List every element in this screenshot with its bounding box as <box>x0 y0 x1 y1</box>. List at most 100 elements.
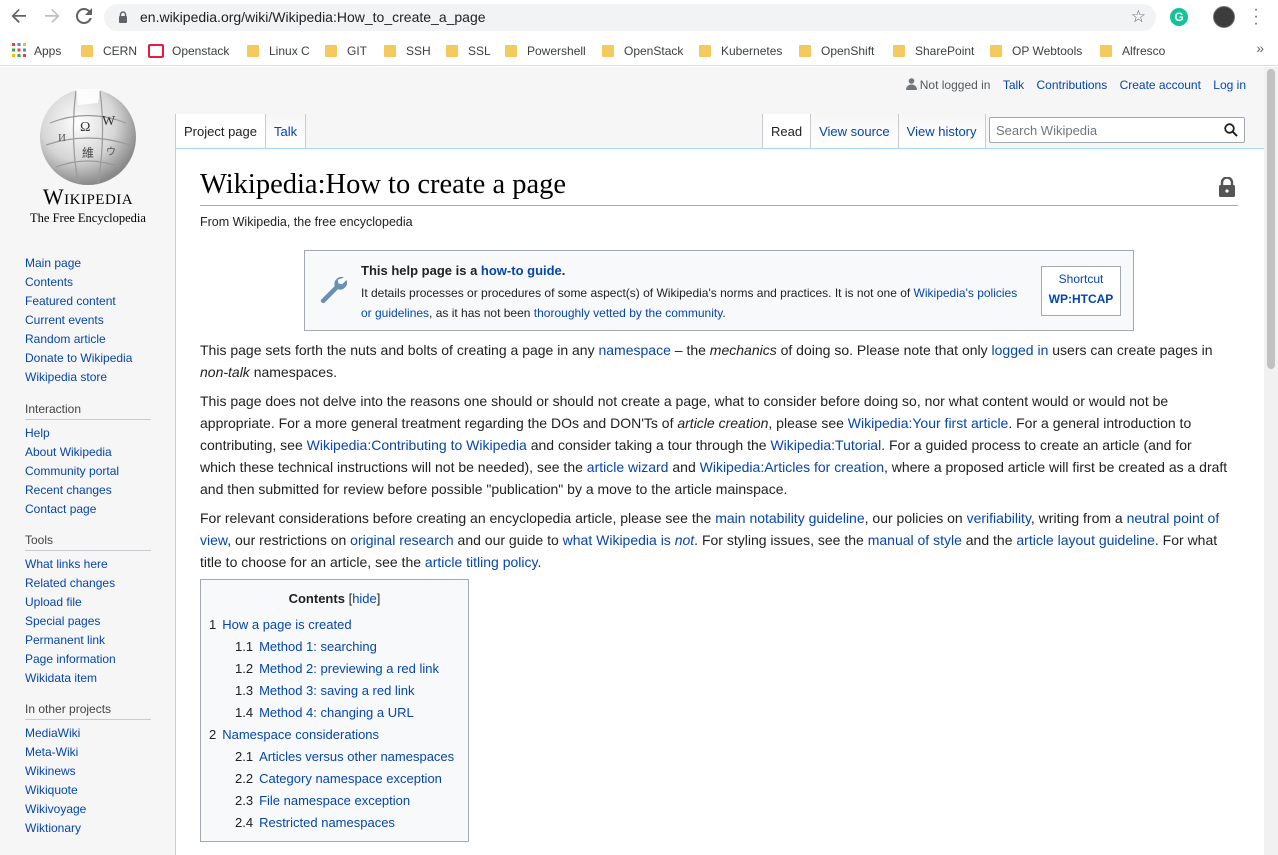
article-wizard-link[interactable]: article wizard <box>587 459 669 475</box>
toc-entry[interactable]: 1.3 Method 3: saving a red link <box>209 680 454 702</box>
scrollbar-thumb[interactable] <box>1267 69 1275 369</box>
sidebar-item-what-links-here[interactable]: What links here <box>25 555 165 574</box>
toc-entry[interactable]: 1.1 Method 1: searching <box>209 636 454 658</box>
namespace-link[interactable]: namespace <box>598 342 670 358</box>
article-layout-guideline-link[interactable]: article layout guideline <box>1016 532 1155 548</box>
toc-entry[interactable]: 2.1 Articles versus other namespaces <box>209 746 454 768</box>
bookmark-ssl[interactable]: SSL <box>446 42 491 60</box>
back-arrow-icon[interactable] <box>9 7 29 27</box>
toc-entry[interactable]: 2.3 File namespace exception <box>209 790 454 812</box>
sidebar-item-donate[interactable]: Donate to Wikipedia <box>25 349 165 368</box>
padlock-protection-icon[interactable] <box>1218 177 1236 197</box>
wikipedia-logo[interactable]: Ω W И 維 ウ Wikipedia The Free Encyclopedi… <box>22 83 154 225</box>
sidebar-item-permanent-link[interactable]: Permanent link <box>25 631 165 650</box>
toc-entry[interactable]: 1 How a page is created <box>209 614 454 636</box>
toc-link[interactable]: Articles versus other namespaces <box>259 749 454 764</box>
toc-hide-toggle[interactable]: hide <box>352 591 377 606</box>
sidebar-item-store[interactable]: Wikipedia store <box>25 368 165 387</box>
search-icon[interactable] <box>1224 123 1238 137</box>
sidebar-item-wikivoyage[interactable]: Wikivoyage <box>25 800 165 819</box>
toc-link[interactable]: Method 2: previewing a red link <box>259 661 439 676</box>
thoroughly-vetted-link[interactable]: thoroughly vetted by the community <box>534 306 723 320</box>
reload-icon[interactable] <box>74 7 94 27</box>
toc-link[interactable]: Namespace considerations <box>222 727 379 742</box>
manual-of-style-link[interactable]: manual of style <box>868 532 962 548</box>
sidebar-item-wikidata-item[interactable]: Wikidata item <box>25 669 165 688</box>
sidebar-item-meta-wiki[interactable]: Meta-Wiki <box>25 743 165 762</box>
verifiability-link[interactable]: verifiability <box>967 510 1031 526</box>
tutorial-link[interactable]: Wikipedia:Tutorial <box>770 437 881 453</box>
bookmark-git[interactable]: GIT <box>325 42 367 60</box>
contributing-to-wikipedia-link[interactable]: Wikipedia:Contributing to Wikipedia <box>307 437 527 453</box>
bookmark-sharepoint[interactable]: SharePoint <box>893 42 974 60</box>
original-research-link[interactable]: original research <box>350 532 454 548</box>
article-titling-policy-link[interactable]: article titling policy <box>425 554 538 570</box>
page-scrollbar[interactable] <box>1264 67 1278 855</box>
sidebar-item-upload-file[interactable]: Upload file <box>25 593 165 612</box>
grammarly-extension-icon[interactable]: G <box>1170 8 1188 26</box>
bookmark-cern[interactable]: CERN <box>81 42 137 60</box>
sidebar-item-special-pages[interactable]: Special pages <box>25 612 165 631</box>
forward-arrow-icon[interactable] <box>42 7 62 27</box>
shortcut-label-link[interactable]: Shortcut <box>1059 272 1104 286</box>
bookmark-alfresco[interactable]: Alfresco <box>1100 42 1165 60</box>
toc-link[interactable]: Method 4: changing a URL <box>259 705 414 720</box>
bookmark-kubernetes[interactable]: Kubernetes <box>699 42 782 60</box>
sidebar-item-wikiquote[interactable]: Wikiquote <box>25 781 165 800</box>
create-account-link[interactable]: Create account <box>1120 78 1201 92</box>
bookmark-linux-c[interactable]: Linux C <box>247 42 310 60</box>
sidebar-item-related-changes[interactable]: Related changes <box>25 574 165 593</box>
browser-menu-icon[interactable]: · · · <box>1250 2 1262 32</box>
your-first-article-link[interactable]: Wikipedia:Your first article <box>848 415 1009 431</box>
more-bookmarks-button[interactable]: » <box>1256 40 1264 56</box>
log-in-link[interactable]: Log in <box>1213 78 1246 92</box>
sidebar-item-recent-changes[interactable]: Recent changes <box>25 481 165 500</box>
toc-link[interactable]: Method 1: searching <box>259 639 377 654</box>
toc-link[interactable]: How a page is created <box>222 617 351 632</box>
toc-entry[interactable]: 1.4 Method 4: changing a URL <box>209 702 454 724</box>
what-wikipedia-is-not-link[interactable]: what Wikipedia is not <box>563 532 695 548</box>
tab-view-history[interactable]: View history <box>898 114 986 148</box>
shortcut-value-link[interactable]: WP:HTCAP <box>1049 292 1114 306</box>
sidebar-item-wiktionary[interactable]: Wiktionary <box>25 819 165 838</box>
sidebar-item-mediawiki[interactable]: MediaWiki <box>25 724 165 743</box>
sidebar-item-contact[interactable]: Contact page <box>25 500 165 519</box>
sidebar-item-random-article[interactable]: Random article <box>25 330 165 349</box>
toc-entry[interactable]: 2.4 Restricted namespaces <box>209 812 454 834</box>
tab-talk[interactable]: Talk <box>266 114 307 148</box>
articles-for-creation-link[interactable]: Wikipedia:Articles for creation <box>700 459 884 475</box>
toc-link[interactable]: Restricted namespaces <box>259 815 395 830</box>
bookmark-openstack[interactable]: OpenStack <box>602 42 683 60</box>
personal-talk-link[interactable]: Talk <box>1003 78 1024 92</box>
personal-contributions-link[interactable]: Contributions <box>1037 78 1108 92</box>
toc-entry[interactable]: 2 Namespace considerations <box>209 724 454 746</box>
sidebar-item-current-events[interactable]: Current events <box>25 311 165 330</box>
sidebar-item-help[interactable]: Help <box>25 424 165 443</box>
how-to-guide-link[interactable]: how-to guide <box>481 263 562 278</box>
tab-view-source[interactable]: View source <box>811 114 899 148</box>
toc-entry[interactable]: 1.2 Method 2: previewing a red link <box>209 658 454 680</box>
sidebar-item-contents[interactable]: Contents <box>25 273 165 292</box>
toc-link[interactable]: Method 3: saving a red link <box>259 683 414 698</box>
toc-link[interactable]: Category namespace exception <box>259 771 442 786</box>
bookmark-openshift[interactable]: OpenShift <box>799 42 874 60</box>
search-input[interactable] <box>996 121 1216 139</box>
sidebar-item-about[interactable]: About Wikipedia <box>25 443 165 462</box>
bookmark-openstack-site[interactable]: Openstack <box>148 42 229 60</box>
logged-in-link[interactable]: logged in <box>992 342 1049 358</box>
toc-link[interactable]: File namespace exception <box>259 793 410 808</box>
profile-avatar[interactable] <box>1213 6 1235 28</box>
sidebar-item-community-portal[interactable]: Community portal <box>25 462 165 481</box>
notability-guideline-link[interactable]: main notability guideline <box>715 510 864 526</box>
bookmark-apps[interactable]: Apps <box>12 42 61 60</box>
sidebar-item-wikinews[interactable]: Wikinews <box>25 762 165 781</box>
bookmark-op-webtools[interactable]: OP Webtools <box>990 42 1082 60</box>
toc-entry[interactable]: 2.2 Category namespace exception <box>209 768 454 790</box>
bookmark-powershell[interactable]: Powershell <box>505 42 586 60</box>
sidebar-item-main-page[interactable]: Main page <box>25 254 165 273</box>
sidebar-item-page-information[interactable]: Page information <box>25 650 165 669</box>
bookmark-ssh[interactable]: SSH <box>384 42 431 60</box>
address-bar[interactable]: en.wikipedia.org/wiki/Wikipedia:How_to_c… <box>104 4 1156 31</box>
tab-read[interactable]: Read <box>762 114 812 148</box>
tab-project-page[interactable]: Project page <box>175 114 266 148</box>
